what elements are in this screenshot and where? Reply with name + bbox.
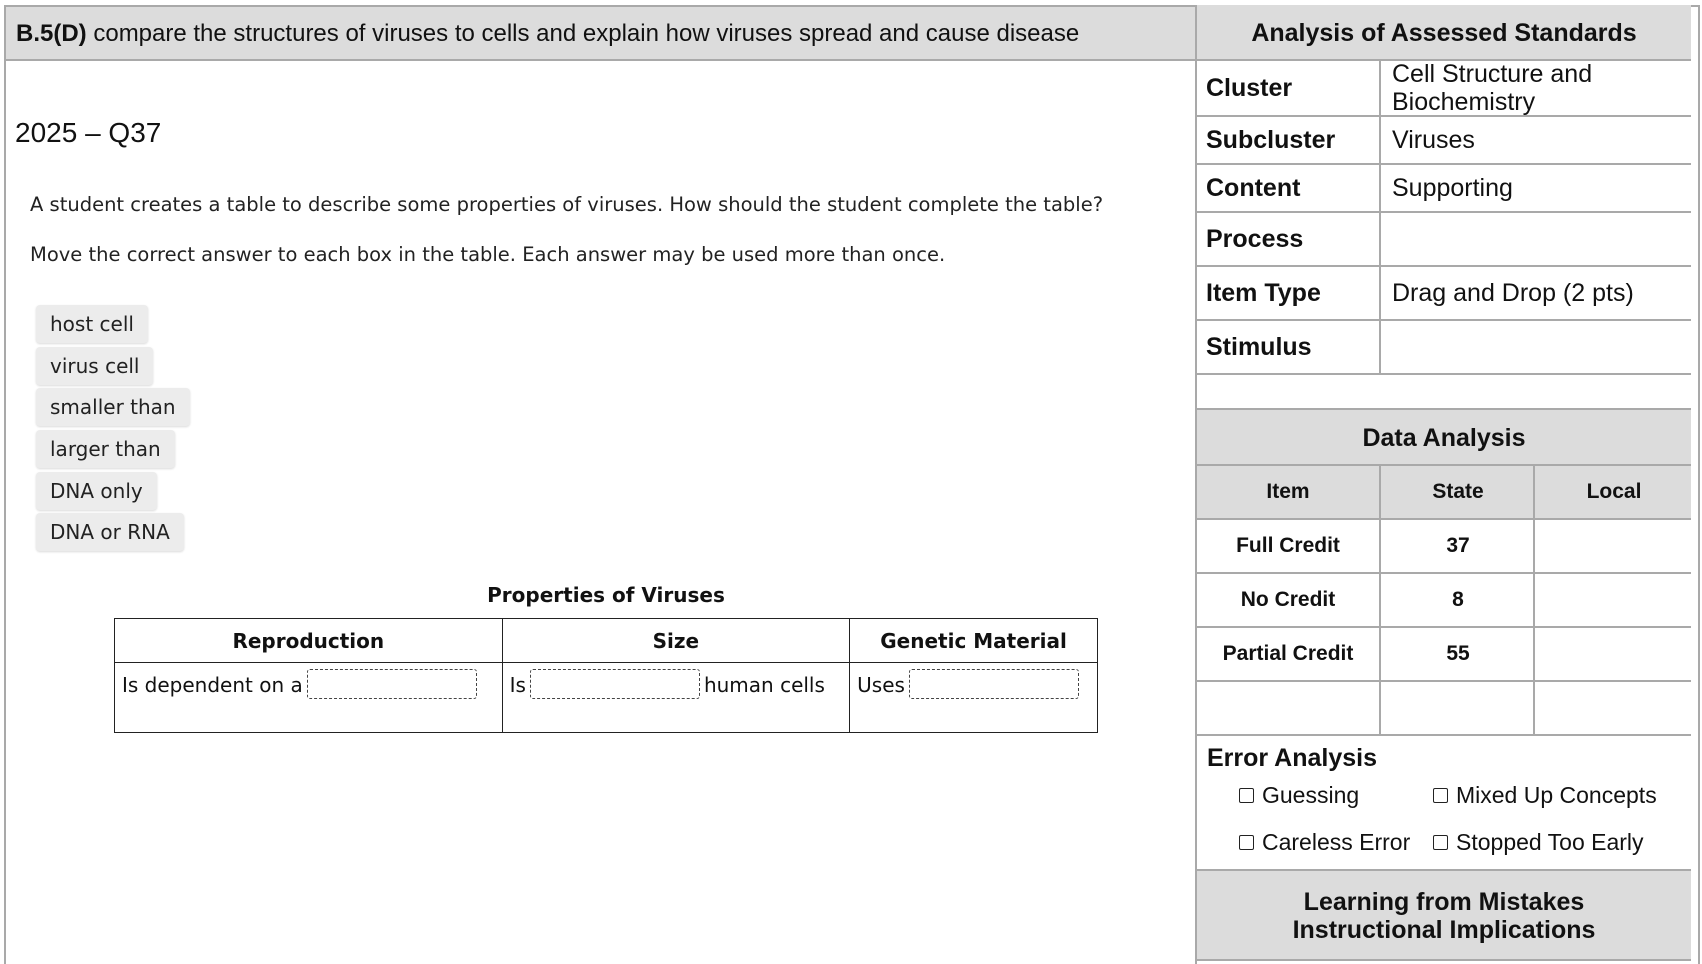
genetic-material-drop-target[interactable]: [908, 668, 1079, 699]
row-local: [1537, 520, 1691, 572]
answer-choice[interactable]: virus cell: [36, 347, 154, 385]
checkbox-label: Stopped Too Early: [1456, 829, 1644, 855]
analysis-label: Cluster: [1197, 61, 1381, 115]
data-row-empty: [1197, 682, 1691, 736]
analysis-value: Drag and Drop (2 pts): [1392, 279, 1634, 307]
analysis-label: Stimulus: [1197, 321, 1381, 373]
column-header-size: Size: [501, 618, 851, 663]
row-state: 55: [1383, 628, 1535, 680]
question-id: 2025 – Q37: [15, 117, 162, 148]
checkbox-mixed-up-concepts[interactable]: Mixed Up Concepts: [1433, 782, 1657, 809]
size-suffix-text: human cells: [703, 673, 825, 697]
row-state: [1383, 682, 1535, 734]
size-text: Is: [509, 673, 526, 697]
column-header-genetic-material: Genetic Material: [849, 618, 1098, 663]
learning-title-line1: Learning from Mistakes: [1303, 888, 1585, 916]
analysis-label: Subcluster: [1197, 117, 1381, 163]
row-item: No Credit: [1197, 574, 1381, 626]
properties-table-title: Properties of Viruses: [487, 583, 725, 607]
size-drop-target[interactable]: [529, 668, 700, 699]
error-analysis-title: Error Analysis: [1207, 744, 1377, 772]
answer-choice[interactable]: larger than: [36, 430, 175, 468]
header-local: Local: [1586, 480, 1642, 503]
question-instructions: Move the correct answer to each box in t…: [30, 243, 946, 266]
answer-choice[interactable]: host cell: [36, 305, 148, 343]
header-item: Item: [1197, 466, 1381, 518]
checkbox-stopped-too-early[interactable]: Stopped Too Early: [1433, 829, 1644, 856]
analysis-value: [1383, 321, 1691, 373]
learning-title-line2: Instructional Implications: [1292, 916, 1596, 944]
analysis-value: Supporting: [1392, 174, 1513, 202]
analysis-row-item-type: Item Type Drag and Drop (2 pts): [1197, 267, 1691, 321]
analysis-row-stimulus: Stimulus: [1197, 321, 1691, 375]
checkbox-icon: [1239, 788, 1254, 803]
analysis-row-subcluster: Subcluster Viruses: [1197, 117, 1691, 165]
genetic-material-text: Uses: [857, 673, 905, 697]
checkbox-icon: [1433, 835, 1448, 850]
standard-header: B.5(D) compare the structures of viruses…: [6, 7, 1195, 61]
reproduction-text: Is dependent on a: [122, 673, 303, 697]
data-row-partial-credit: Partial Credit 55: [1197, 628, 1691, 682]
analysis-title: Analysis of Assessed Standards: [1197, 5, 1691, 61]
size-cell: Is human cells: [501, 662, 851, 733]
standard-code: B.5(D): [16, 20, 87, 47]
properties-table: Reproduction Size Genetic Material Is de…: [114, 618, 1098, 733]
checkbox-label: Careless Error: [1262, 829, 1411, 855]
answer-choice[interactable]: DNA only: [36, 472, 157, 510]
checkbox-guessing[interactable]: Guessing: [1239, 782, 1359, 809]
analysis-label: Item Type: [1197, 267, 1381, 319]
analysis-value: [1383, 213, 1691, 265]
checkbox-label: Guessing: [1262, 782, 1360, 808]
analysis-panel: Analysis of Assessed Standards Cluster C…: [1197, 5, 1691, 964]
header-state: State: [1383, 466, 1535, 518]
reproduction-drop-target[interactable]: [306, 668, 477, 699]
data-row-full-credit: Full Credit 37: [1197, 520, 1691, 574]
row-state: 37: [1383, 520, 1535, 572]
question-prompt: A student creates a table to describe so…: [30, 193, 1104, 216]
analysis-row-process: Process: [1197, 213, 1691, 267]
row-local: [1537, 574, 1691, 626]
checkbox-label: Mixed Up Concepts: [1456, 782, 1657, 808]
spacer-row: [1197, 375, 1691, 410]
row-state: 8: [1383, 574, 1535, 626]
analysis-label: Process: [1197, 213, 1381, 265]
data-row-no-credit: No Credit 8: [1197, 574, 1691, 628]
row-local: [1537, 682, 1691, 734]
column-header-reproduction: Reproduction: [114, 618, 503, 663]
row-item: Full Credit: [1197, 520, 1381, 572]
answer-choice[interactable]: smaller than: [36, 388, 190, 426]
checkbox-icon: [1433, 788, 1448, 803]
error-analysis-section: Error Analysis Guessing Mixed Up Concept…: [1197, 736, 1691, 871]
row-item: [1197, 682, 1381, 734]
row-item: Partial Credit: [1197, 628, 1381, 680]
analysis-row-content: Content Supporting: [1197, 165, 1691, 213]
data-analysis-title: Data Analysis: [1197, 410, 1691, 466]
data-analysis-header: Item State Local: [1197, 466, 1691, 520]
checkbox-icon: [1239, 835, 1254, 850]
genetic-material-cell: Uses: [849, 662, 1098, 733]
learning-section-title: Learning from Mistakes Instructional Imp…: [1197, 871, 1691, 961]
standard-text: compare the structures of viruses to cel…: [93, 20, 1080, 47]
analysis-value: Viruses: [1392, 126, 1475, 154]
question-panel: B.5(D) compare the structures of viruses…: [4, 5, 1197, 964]
answer-choice[interactable]: DNA or RNA: [36, 513, 184, 551]
checkbox-careless-error[interactable]: Careless Error: [1239, 829, 1410, 856]
analysis-label: Content: [1197, 165, 1381, 211]
reproduction-cell: Is dependent on a: [114, 662, 503, 733]
analysis-row-cluster: Cluster Cell Structure and Biochemistry: [1197, 60, 1691, 117]
analysis-value: Cell Structure and Biochemistry: [1392, 60, 1593, 116]
row-local: [1537, 628, 1691, 680]
